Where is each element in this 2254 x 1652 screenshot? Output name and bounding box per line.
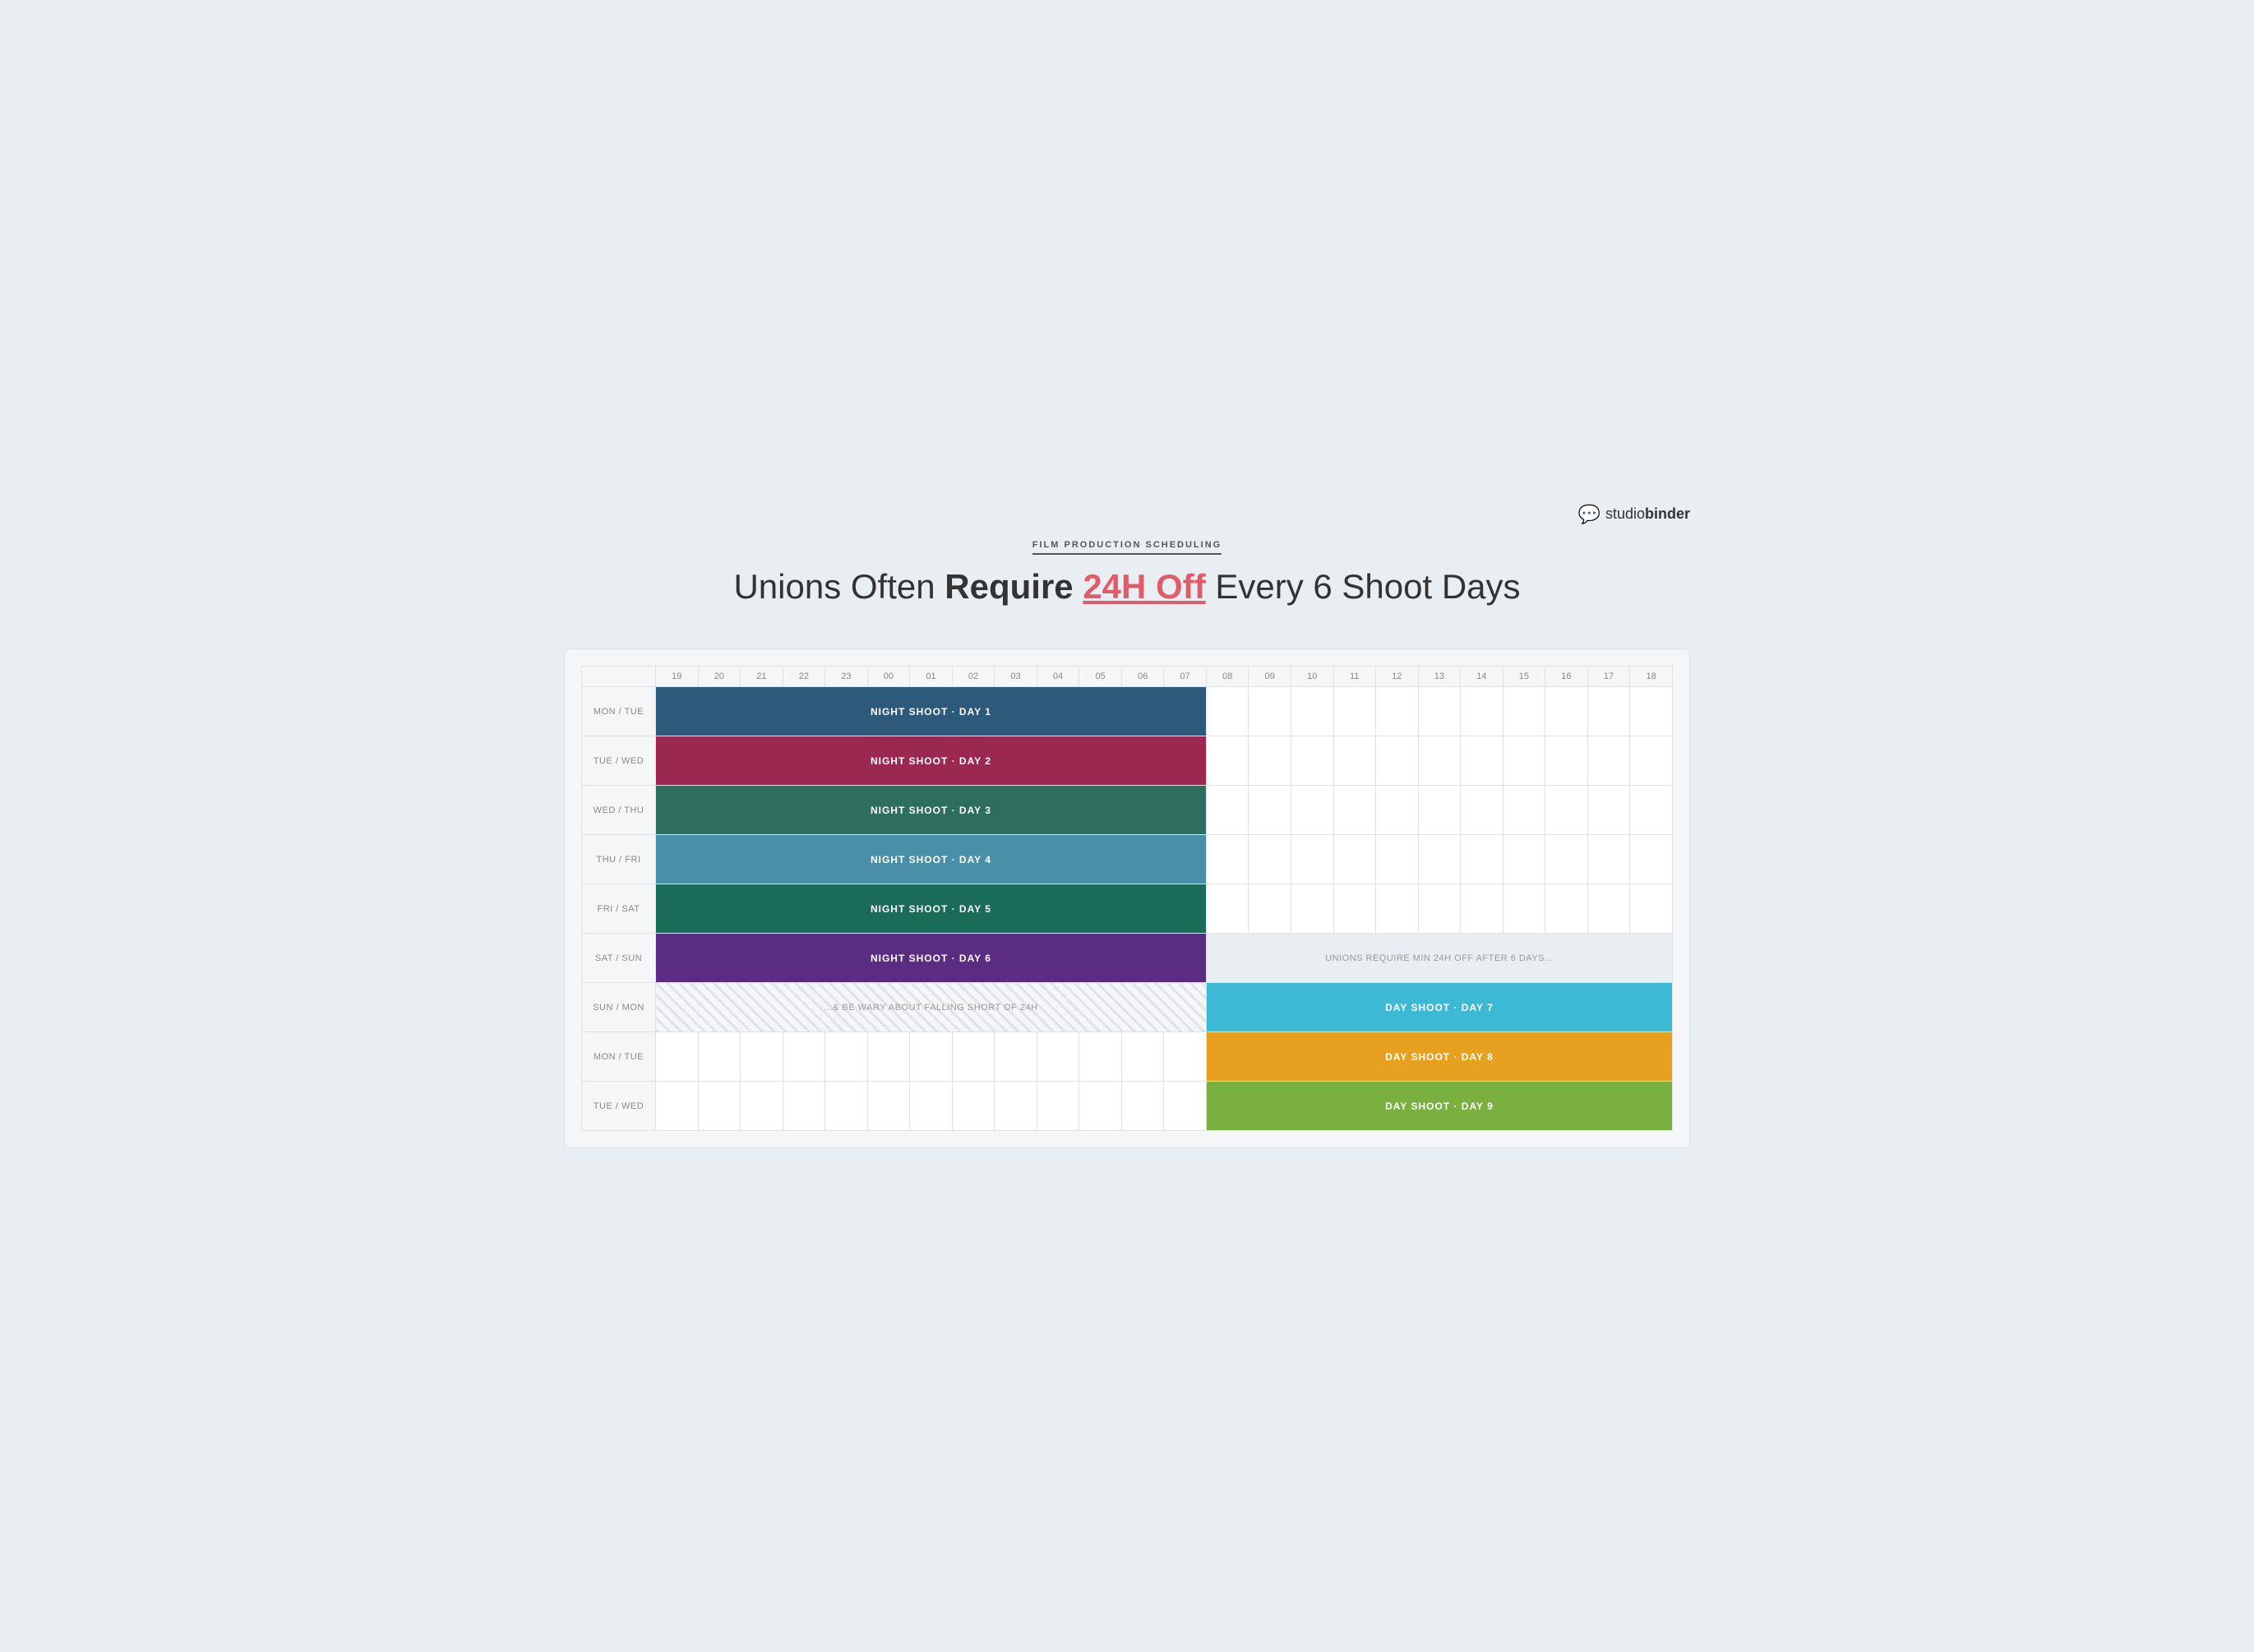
hour-04: 04 [1037,667,1079,687]
label-thu-fri: THU / FRI [582,835,656,884]
hour-11: 11 [1333,667,1376,687]
night-shoot-day5: NIGHT SHOOT · DAY 5 [656,884,1206,933]
night-shoot-day6: NIGHT SHOOT · DAY 6 [656,934,1206,982]
row-thu-fri: THU / FRI NIGHT SHOOT · DAY 4 [582,835,1673,884]
hour-14: 14 [1461,667,1503,687]
day-shoot-day9: DAY SHOOT · DAY 9 [1207,1082,1672,1130]
bar-night2: NIGHT SHOOT · DAY 2 [656,736,1207,786]
union-message: UNIONS REQUIRE MIN 24H OFF AFTER 6 DAYS.… [1207,934,1672,982]
logo-text: studiobinder [1605,505,1690,523]
title-pre: Unions Often [733,567,945,606]
grid: 19 20 21 22 23 00 01 02 03 04 05 06 07 0… [581,666,1673,1131]
hour-18: 18 [1630,667,1673,687]
hour-23: 23 [825,667,868,687]
hour-02: 02 [952,667,995,687]
hour-00: 00 [867,667,910,687]
hour-07: 07 [1164,667,1207,687]
bar-night4: NIGHT SHOOT · DAY 4 [656,835,1207,884]
logo-icon: 💬 [1578,504,1600,525]
bar-night1: NIGHT SHOOT · DAY 1 [656,687,1207,736]
logo: 💬 studiobinder [1578,504,1690,525]
hour-05: 05 [1079,667,1122,687]
hour-01: 01 [910,667,953,687]
short-message-cell: ...& BE WARY ABOUT FALLING SHORT OF 24H [656,983,1207,1032]
row-wed-thu: WED / THU NIGHT SHOOT · DAY 3 [582,786,1673,835]
bar-day7: DAY SHOOT · DAY 7 [1206,983,1672,1032]
night-shoot-day3: NIGHT SHOOT · DAY 3 [656,786,1206,834]
page-title: Unions Often Require 24H Off Every 6 Sho… [564,566,1690,607]
bar-night6: NIGHT SHOOT · DAY 6 [656,934,1207,983]
label-mon-tue-1: MON / TUE [582,687,656,736]
night-shoot-day2: NIGHT SHOOT · DAY 2 [656,736,1206,785]
day-shoot-day8: DAY SHOOT · DAY 8 [1207,1032,1672,1081]
hour-17: 17 [1587,667,1630,687]
short-message: ...& BE WARY ABOUT FALLING SHORT OF 24H [656,983,1206,1031]
label-tue-wed-2: TUE / WED [582,1082,656,1131]
chart-container: 19 20 21 22 23 00 01 02 03 04 05 06 07 0… [564,648,1690,1148]
hour-03: 03 [995,667,1037,687]
night-shoot-day1: NIGHT SHOOT · DAY 1 [656,687,1206,736]
row-fri-sat: FRI / SAT NIGHT SHOOT · DAY 5 [582,884,1673,934]
union-message-cell: UNIONS REQUIRE MIN 24H OFF AFTER 6 DAYS.… [1206,934,1672,983]
label-tue-wed: TUE / WED [582,736,656,786]
hour-20: 20 [698,667,741,687]
title-post: Every 6 Shoot Days [1206,567,1521,606]
row-sat-sun: SAT / SUN NIGHT SHOOT · DAY 6 UNIONS REQ… [582,934,1673,983]
label-fri-sat: FRI / SAT [582,884,656,934]
bar-day9: DAY SHOOT · DAY 9 [1206,1082,1672,1131]
row-mon-tue-2: MON / TUE [582,1032,1673,1082]
schedule-table: 19 20 21 22 23 00 01 02 03 04 05 06 07 0… [581,666,1673,1131]
hour-21: 21 [741,667,783,687]
hour-08: 08 [1206,667,1249,687]
hour-12: 12 [1376,667,1419,687]
hour-22: 22 [783,667,825,687]
hour-13: 13 [1418,667,1461,687]
header-row: 19 20 21 22 23 00 01 02 03 04 05 06 07 0… [582,667,1673,687]
bar-day8: DAY SHOOT · DAY 8 [1206,1032,1672,1082]
label-sat-sun: SAT / SUN [582,934,656,983]
day-shoot-day7: DAY SHOOT · DAY 7 [1207,983,1672,1031]
bar-night5: NIGHT SHOOT · DAY 5 [656,884,1207,934]
hour-19: 19 [656,667,699,687]
title-highlight: 24H Off [1083,567,1205,606]
label-mon-tue-2: MON / TUE [582,1032,656,1082]
label-header [582,667,656,687]
page-wrapper: 💬 studiobinder FILM PRODUCTION SCHEDULIN… [564,504,1690,1148]
hour-15: 15 [1503,667,1545,687]
hour-09: 09 [1249,667,1291,687]
row-tue-wed-2: TUE / WED [582,1082,1673,1131]
title-strong: Require [945,567,1083,606]
night-shoot-day4: NIGHT SHOOT · DAY 4 [656,835,1206,884]
row-mon-tue-1: MON / TUE NIGHT SHOOT · DAY 1 [582,687,1673,736]
label-wed-thu: WED / THU [582,786,656,835]
row-sun-mon: SUN / MON ...& BE WARY ABOUT FALLING SHO… [582,983,1673,1032]
hour-10: 10 [1291,667,1333,687]
hour-06: 06 [1121,667,1164,687]
page-header: FILM PRODUCTION SCHEDULING Unions Often … [564,504,1690,632]
hour-16: 16 [1545,667,1588,687]
row-tue-wed: TUE / WED NIGHT SHOOT · DAY 2 [582,736,1673,786]
label-sun-mon: SUN / MON [582,983,656,1032]
subtitle: FILM PRODUCTION SCHEDULING [1032,540,1222,555]
bar-night3: NIGHT SHOOT · DAY 3 [656,786,1207,835]
